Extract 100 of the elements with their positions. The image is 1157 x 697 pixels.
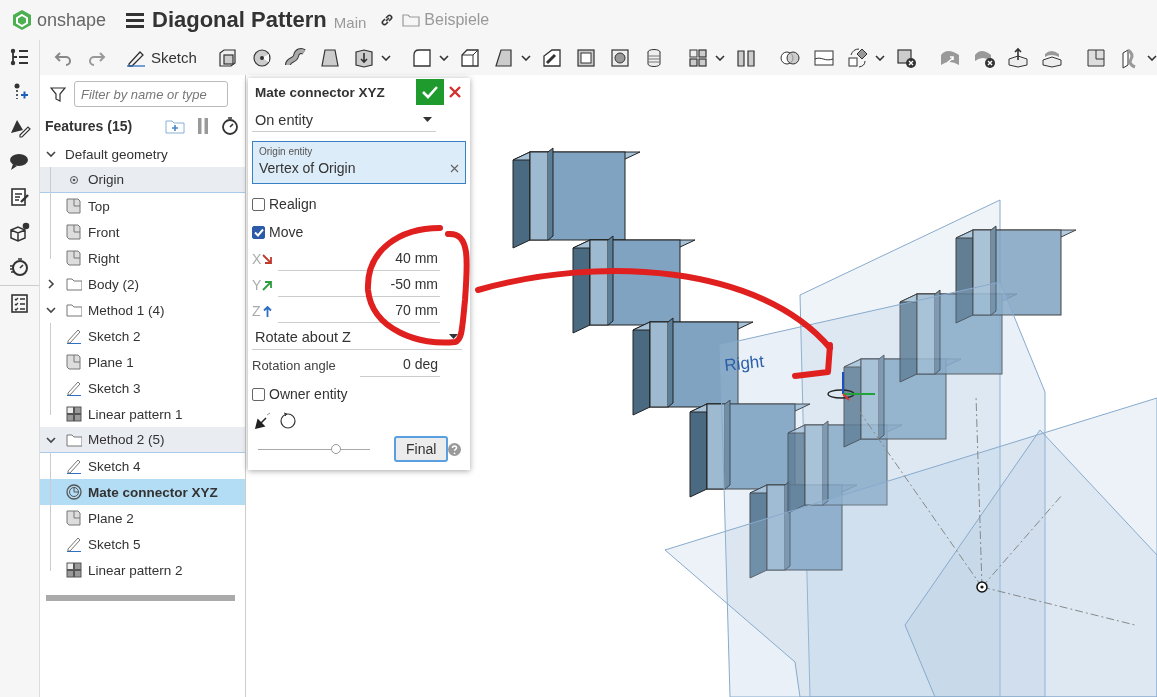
- plane-icon: [66, 250, 82, 266]
- shell-box-icon[interactable]: [574, 46, 597, 69]
- disc-icon[interactable]: [250, 46, 273, 69]
- filter-icon[interactable]: [50, 86, 66, 102]
- offset-field[interactable]: 40 mm: [278, 247, 440, 271]
- plane-label: Right: [723, 351, 765, 375]
- feature-item[interactable]: Plane 2: [40, 505, 245, 531]
- rotation-dropdown[interactable]: Rotate about Z: [252, 324, 462, 350]
- feature-item[interactable]: Linear pattern 2: [40, 557, 245, 583]
- caret-icon[interactable]: [46, 279, 56, 289]
- folder-plus-icon[interactable]: [165, 118, 185, 134]
- final-button[interactable]: Final: [394, 436, 449, 462]
- rotate-shapes-icon[interactable]: [846, 46, 869, 69]
- pause-icon[interactable]: [197, 118, 209, 134]
- document-title[interactable]: Diagonal Pattern: [152, 7, 327, 33]
- box-icon[interactable]: [216, 46, 239, 69]
- speech-bubble-icon[interactable]: [8, 152, 31, 173]
- slider-thumb[interactable]: [331, 443, 342, 454]
- grid-icon[interactable]: [686, 46, 709, 69]
- stopwatch-icon[interactable]: [221, 117, 239, 135]
- accept-button[interactable]: [416, 79, 444, 105]
- menu-icon[interactable]: [126, 12, 144, 28]
- feature-item[interactable]: Sketch 5: [40, 531, 245, 557]
- stopwatch-icon[interactable]: [8, 257, 31, 278]
- tapered-block-icon[interactable]: [492, 46, 515, 69]
- axis-label: Y: [252, 277, 262, 293]
- clear-icon[interactable]: [450, 163, 459, 173]
- plane-icon: [66, 354, 82, 370]
- plane-icon: [66, 510, 82, 526]
- checkbox[interactable]: [252, 197, 265, 211]
- checkbox[interactable]: [252, 225, 265, 239]
- tree-list-icon[interactable]: [8, 47, 31, 68]
- chamfer-box-icon[interactable]: [458, 46, 481, 69]
- rounded-box-icon[interactable]: [410, 46, 433, 69]
- offset-field[interactable]: -50 mm: [278, 273, 440, 297]
- pencil-icon: [66, 380, 82, 396]
- checklist-icon[interactable]: [8, 293, 31, 314]
- plane-icon[interactable]: [1084, 46, 1107, 69]
- hole-box-icon[interactable]: [608, 46, 631, 69]
- grid-icon: [66, 406, 82, 422]
- pie-circle-icon: [66, 484, 82, 500]
- pencil-icon: [66, 536, 82, 552]
- check-icon: [421, 85, 439, 99]
- feature-item[interactable]: Front: [40, 219, 245, 245]
- feature-item[interactable]: Sketch 2: [40, 323, 245, 349]
- axis-label: Z: [252, 303, 261, 319]
- plane-icon: [66, 198, 82, 214]
- link-icon[interactable]: [380, 13, 395, 27]
- caret-icon[interactable]: [380, 54, 391, 61]
- axis-label: X: [252, 251, 262, 267]
- checkbox-label[interactable]: Realign: [269, 196, 317, 212]
- feature-item[interactable]: Method 1 (4): [40, 297, 245, 323]
- caret-icon[interactable]: [46, 434, 56, 445]
- placement-dropdown[interactable]: On entity: [252, 108, 436, 132]
- checkbox[interactable]: [252, 387, 265, 401]
- caret-icon[interactable]: [520, 54, 531, 61]
- feature-item[interactable]: Sketch 4: [40, 453, 245, 479]
- feature-item[interactable]: Top: [40, 193, 245, 219]
- box-arrow-icon[interactable]: [352, 46, 375, 69]
- rotation-angle-label: Rotation angle: [252, 357, 336, 373]
- rib-icon[interactable]: [540, 46, 563, 69]
- folder-icon: [66, 276, 82, 292]
- caret-icon[interactable]: [46, 149, 56, 159]
- cube-question-icon[interactable]: [8, 222, 31, 243]
- rotate-circle-icon[interactable]: [278, 411, 298, 431]
- feature-item[interactable]: Default geometry: [40, 141, 245, 167]
- tray-arrow-icon[interactable]: [1006, 46, 1029, 69]
- rotation-angle-field[interactable]: 0 deg: [359, 353, 440, 377]
- sketch-button[interactable]: Sketch: [122, 42, 201, 73]
- checkbox-label[interactable]: Owner entity: [269, 386, 348, 402]
- feature-item[interactable]: Mate connector XYZ: [40, 479, 245, 505]
- caret-icon[interactable]: [438, 54, 449, 61]
- caret-icon[interactable]: [1146, 54, 1157, 61]
- note-pencil-icon[interactable]: [8, 187, 31, 208]
- logo-text: onshape: [37, 9, 107, 31]
- feature-item[interactable]: Origin: [40, 167, 245, 193]
- checkbox-label[interactable]: Move: [269, 224, 304, 240]
- feature-item[interactable]: Method 2 (5): [40, 427, 245, 453]
- filter-field[interactable]: Filter by name or type: [74, 81, 228, 107]
- feature-item[interactable]: Sketch 3: [40, 375, 245, 401]
- help-icon[interactable]: [448, 442, 462, 456]
- frustum-icon[interactable]: [318, 46, 341, 69]
- mate-connector-icon: [827, 371, 876, 401]
- undo-icon[interactable]: [54, 49, 72, 66]
- features-heading: Features (15): [45, 118, 134, 134]
- feature-item[interactable]: Plane 1: [40, 349, 245, 375]
- feature-item[interactable]: Linear pattern 1: [40, 401, 245, 427]
- folder-icon: [66, 302, 82, 318]
- offset-field[interactable]: 70 mm: [278, 299, 440, 323]
- caret-icon: [449, 334, 458, 339]
- box-delete-icon[interactable]: [894, 46, 917, 69]
- feature-item[interactable]: Body (2): [40, 271, 245, 297]
- close-icon: [449, 86, 461, 98]
- caret-icon[interactable]: [874, 54, 885, 61]
- origin-entity-field[interactable]: Origin entity Vertex of Origin: [252, 141, 466, 184]
- caret-icon[interactable]: [714, 54, 725, 61]
- redo-icon[interactable]: [88, 49, 106, 66]
- flip-arrow-icon[interactable]: [254, 412, 272, 430]
- caret-icon[interactable]: [46, 305, 56, 315]
- feature-item[interactable]: Right: [40, 245, 245, 271]
